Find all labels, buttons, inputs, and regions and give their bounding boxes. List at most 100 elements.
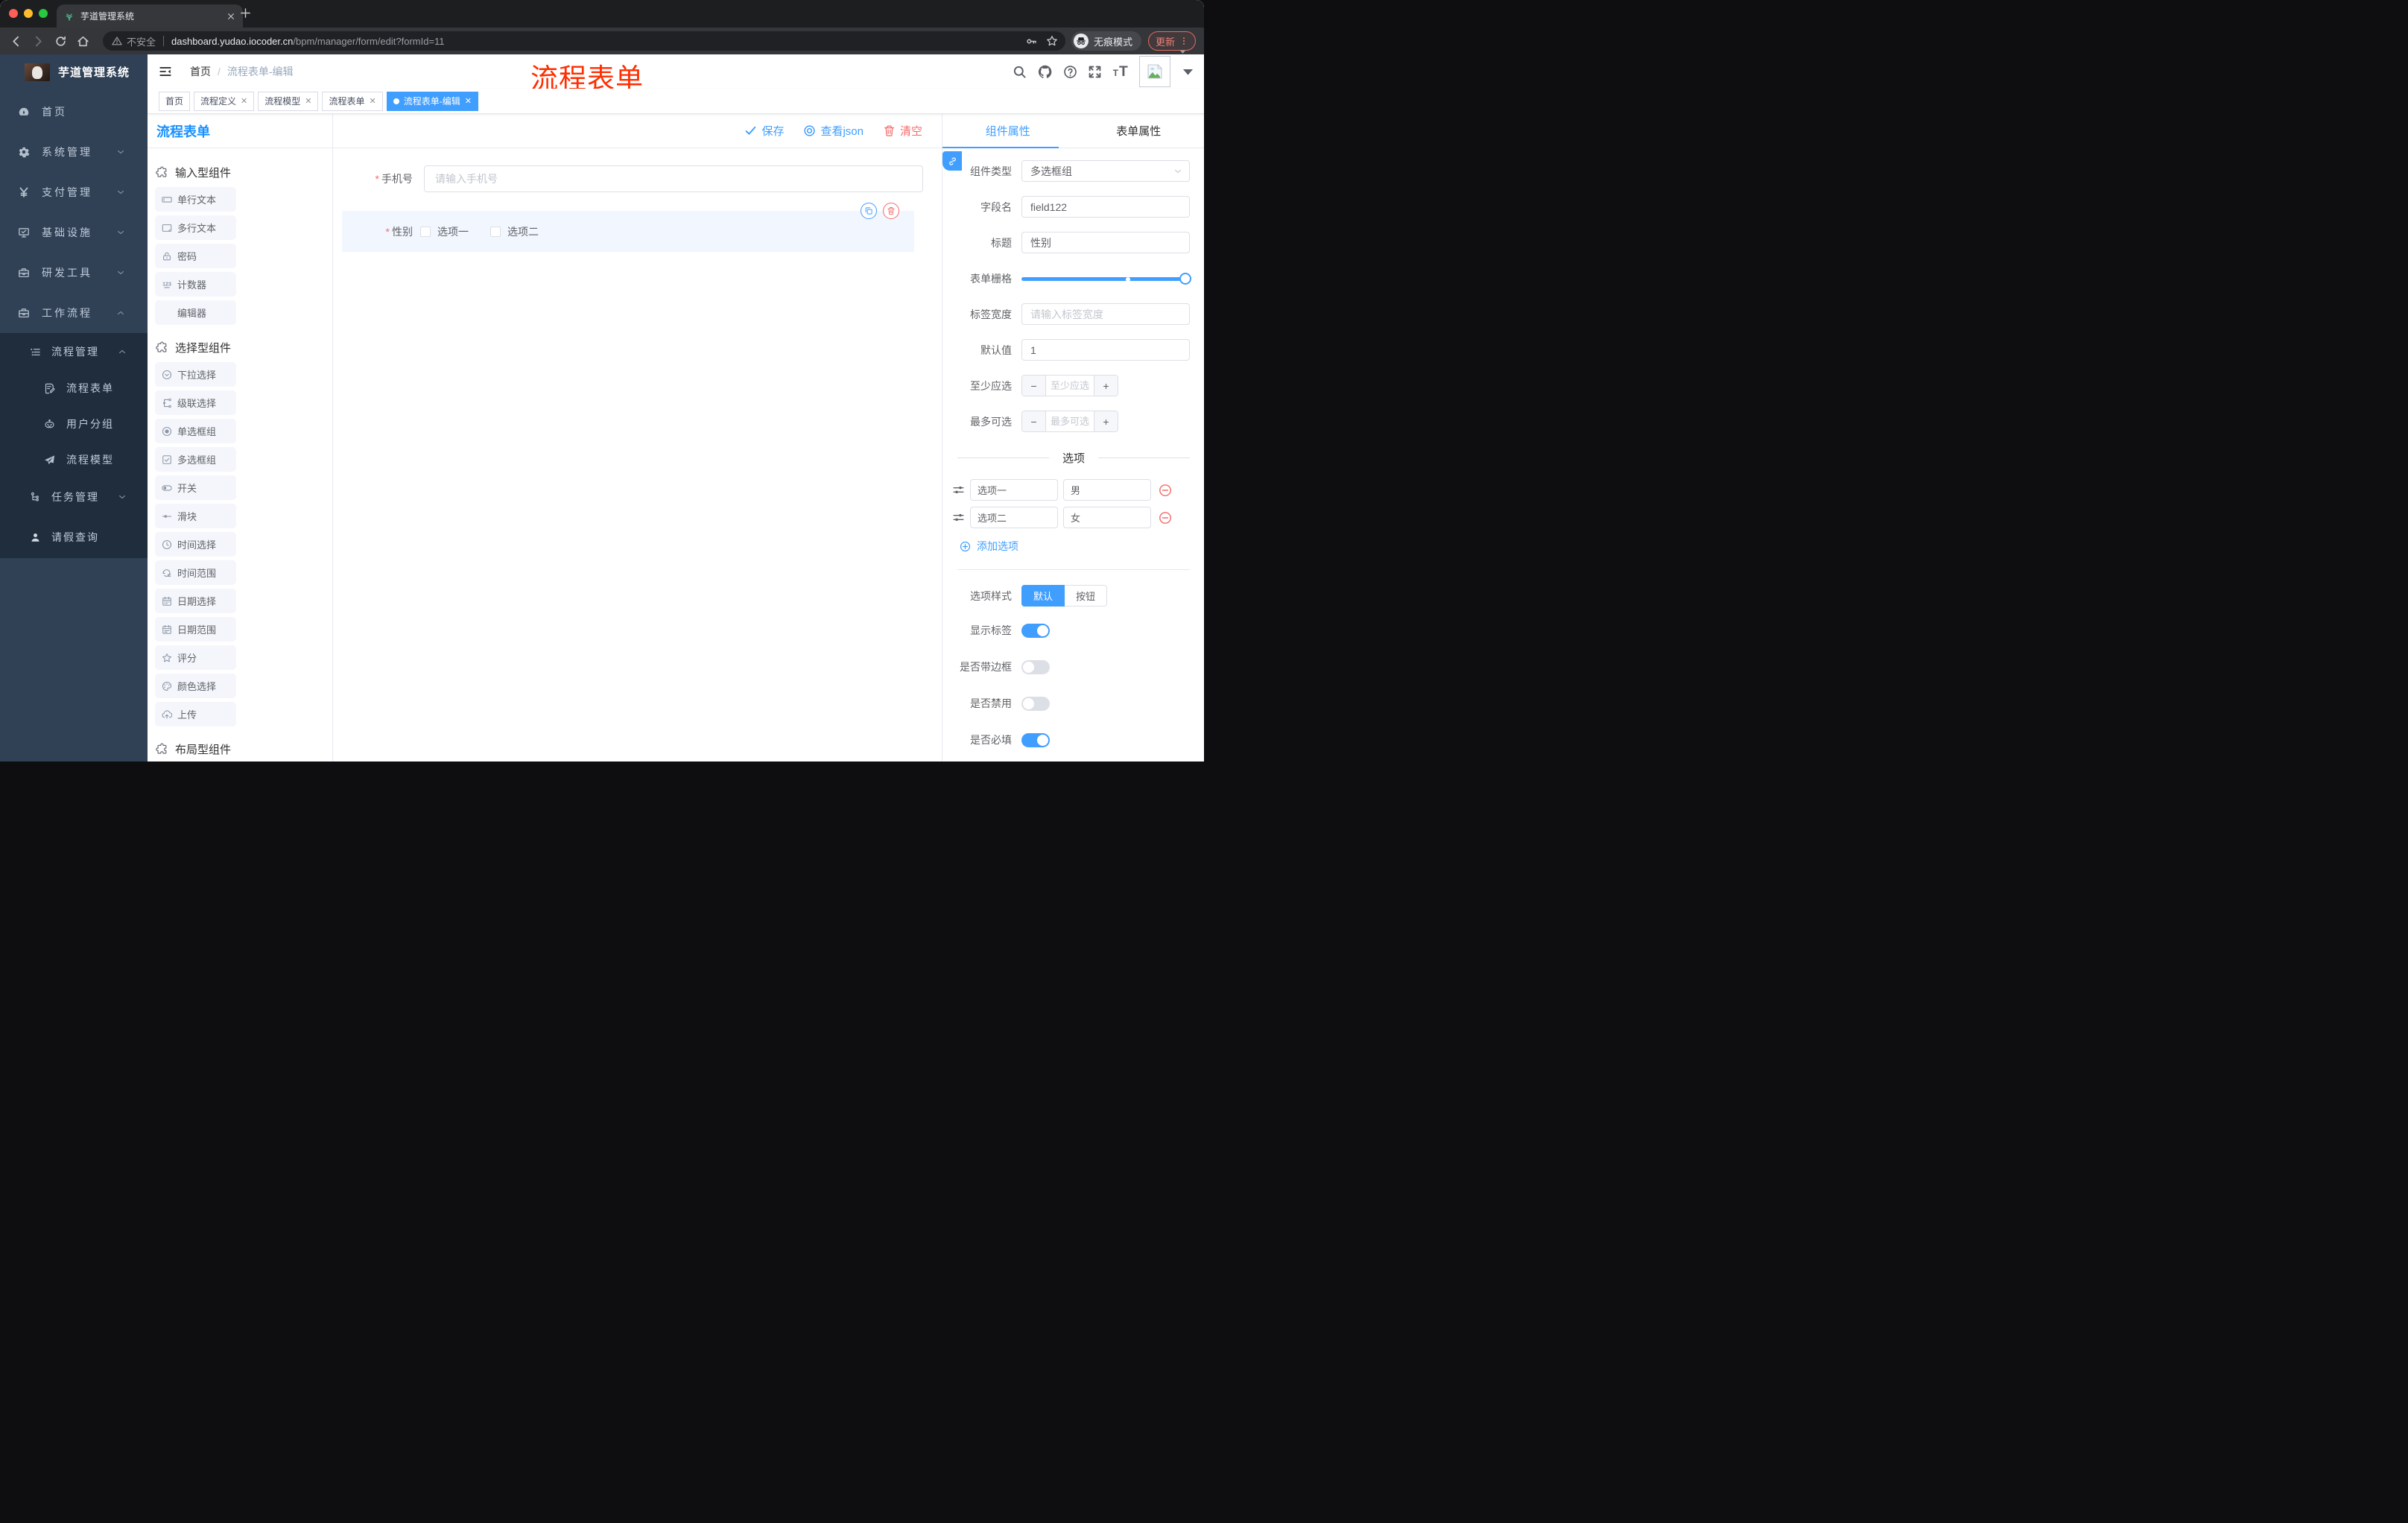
forward-icon[interactable] bbox=[32, 35, 45, 48]
tag-home[interactable]: 首页 bbox=[159, 91, 191, 111]
stepper-decrease-button[interactable]: − bbox=[1022, 376, 1046, 396]
tag-close-icon[interactable]: ✕ bbox=[370, 96, 376, 106]
tab-close-icon[interactable] bbox=[226, 12, 235, 21]
help-icon[interactable] bbox=[1063, 65, 1077, 79]
window-zoom-button[interactable] bbox=[39, 9, 48, 18]
tab-form-props[interactable]: 表单属性 bbox=[1074, 114, 1205, 148]
palette-item-single-text[interactable]: 单行文本 bbox=[155, 187, 236, 212]
palette-item-select[interactable]: 下拉选择 bbox=[155, 362, 236, 387]
remove-option-icon[interactable] bbox=[1159, 484, 1172, 497]
stepper-increase-button[interactable]: + bbox=[1094, 376, 1118, 396]
palette-item-color-picker[interactable]: 颜色选择 bbox=[155, 674, 236, 698]
sidebar-item-payment[interactable]: 支付管理 bbox=[0, 172, 148, 212]
field-name-input[interactable] bbox=[1021, 196, 1190, 218]
sidebar-item-process-form[interactable]: 流程表单 bbox=[0, 370, 148, 406]
sidebar-item-process-mgmt[interactable]: 流程管理 bbox=[0, 333, 148, 370]
tab-component-props[interactable]: 组件属性 bbox=[942, 114, 1074, 148]
tag-process-form[interactable]: 流程表单 ✕ bbox=[322, 91, 383, 111]
back-icon[interactable] bbox=[10, 35, 22, 48]
view-json-button[interactable]: 查看json bbox=[803, 123, 864, 139]
show-label-switch[interactable] bbox=[1021, 623, 1050, 638]
stepper-increase-button[interactable]: + bbox=[1094, 411, 1118, 431]
canvas-field-gender-selected[interactable]: * 性别 选项一 选项二 bbox=[342, 203, 914, 252]
max-select-input[interactable] bbox=[1046, 411, 1094, 431]
option-label-input[interactable] bbox=[970, 507, 1058, 528]
avatar-caret-down-icon[interactable] bbox=[1181, 65, 1195, 79]
key-icon[interactable] bbox=[1026, 36, 1037, 47]
palette-item-rate[interactable]: 评分 bbox=[155, 645, 236, 670]
palette-item-textarea[interactable]: 多行文本 bbox=[155, 215, 236, 240]
palette-item-cascader[interactable]: 级联选择 bbox=[155, 390, 236, 415]
font-size-icon[interactable] bbox=[1112, 63, 1129, 80]
fullscreen-icon[interactable] bbox=[1088, 65, 1102, 79]
save-button[interactable]: 保存 bbox=[744, 123, 784, 139]
address-bar[interactable]: 不安全 dashboard.yudao.iocoder.cn/bpm/manag… bbox=[103, 31, 1065, 51]
github-icon[interactable] bbox=[1037, 64, 1053, 80]
tag-process-definition[interactable]: 流程定义 ✕ bbox=[194, 91, 255, 111]
palette-item-password[interactable]: 密码 bbox=[155, 244, 236, 268]
required-switch[interactable] bbox=[1021, 732, 1050, 747]
add-option-button[interactable]: 添加选项 bbox=[960, 539, 1190, 554]
clear-button[interactable]: 清空 bbox=[883, 123, 922, 139]
disabled-switch[interactable] bbox=[1021, 696, 1050, 711]
drag-handle-icon[interactable] bbox=[952, 511, 965, 524]
gender-option-1[interactable]: 选项一 bbox=[420, 224, 469, 239]
drag-handle-icon[interactable] bbox=[952, 484, 965, 496]
palette-item-time-range[interactable]: 时间范围 bbox=[155, 560, 236, 585]
sidebar-item-system[interactable]: 系统管理 bbox=[0, 132, 148, 172]
option-label-input[interactable] bbox=[970, 479, 1058, 501]
palette-item-time-picker[interactable]: 时间选择 bbox=[155, 532, 236, 557]
sidebar-item-infra[interactable]: 基础设施 bbox=[0, 212, 148, 253]
tag-close-icon[interactable]: ✕ bbox=[241, 96, 247, 106]
tag-process-model[interactable]: 流程模型 ✕ bbox=[258, 91, 319, 111]
sidebar-item-task-mgmt[interactable]: 任务管理 bbox=[0, 478, 148, 516]
new-tab-icon[interactable] bbox=[240, 7, 251, 19]
checkbox-icon[interactable] bbox=[420, 226, 431, 237]
canvas-field-phone[interactable]: * 手机号 bbox=[333, 165, 942, 192]
bookmark-star-icon[interactable] bbox=[1046, 35, 1058, 47]
min-select-input[interactable] bbox=[1046, 376, 1094, 396]
component-type-select[interactable]: 多选框组 bbox=[1021, 160, 1190, 182]
title-input[interactable] bbox=[1021, 232, 1190, 253]
phone-input[interactable] bbox=[424, 165, 923, 192]
palette-item-date-picker[interactable]: 日期选择 bbox=[155, 589, 236, 613]
palette-item-checkbox-group[interactable]: 多选框组 bbox=[155, 447, 236, 472]
palette-item-upload[interactable]: 上传 bbox=[155, 702, 236, 726]
home-icon[interactable] bbox=[77, 35, 89, 48]
label-width-input[interactable] bbox=[1021, 303, 1190, 325]
style-button-button[interactable]: 按钮 bbox=[1065, 585, 1108, 607]
tag-process-form-edit[interactable]: 流程表单-编辑 ✕ bbox=[386, 91, 478, 111]
sidebar-item-leave-query[interactable]: 请假查询 bbox=[0, 516, 148, 558]
stepper-decrease-button[interactable]: − bbox=[1022, 411, 1046, 431]
palette-item-counter[interactable]: 计数器 bbox=[155, 272, 236, 297]
breadcrumb-home[interactable]: 首页 bbox=[190, 64, 211, 79]
chrome-update-button[interactable]: 更新 bbox=[1148, 31, 1196, 51]
option-value-input[interactable] bbox=[1063, 479, 1151, 501]
tag-close-icon[interactable]: ✕ bbox=[465, 96, 472, 106]
refresh-icon[interactable] bbox=[54, 35, 67, 48]
option-value-input[interactable] bbox=[1063, 507, 1151, 528]
window-minimize-button[interactable] bbox=[24, 9, 33, 18]
browser-caret-down-icon[interactable] bbox=[1179, 48, 1187, 56]
palette-item-editor[interactable]: 编辑器 bbox=[155, 300, 236, 325]
palette-item-slider[interactable]: 滑块 bbox=[155, 504, 236, 528]
browser-tab[interactable]: 芋道管理系统 bbox=[57, 4, 243, 28]
sidebar-item-workflow[interactable]: 工作流程 bbox=[0, 293, 148, 333]
browser-menu-dots-icon[interactable] bbox=[1179, 37, 1188, 45]
with-border-switch[interactable] bbox=[1021, 659, 1050, 674]
sidebar-fold-icon[interactable] bbox=[159, 65, 172, 78]
sidebar-item-devtools[interactable]: 研发工具 bbox=[0, 253, 148, 293]
sidebar-item-home[interactable]: 首页 bbox=[0, 92, 148, 132]
drawer-link-tab[interactable] bbox=[942, 151, 962, 171]
avatar[interactable] bbox=[1139, 56, 1170, 87]
form-grid-slider[interactable] bbox=[1021, 267, 1191, 289]
slider-handle[interactable] bbox=[1179, 273, 1191, 285]
search-icon[interactable] bbox=[1013, 65, 1027, 79]
palette-item-radio-group[interactable]: 单选框组 bbox=[155, 419, 236, 443]
window-close-button[interactable] bbox=[9, 9, 18, 18]
remove-option-icon[interactable] bbox=[1159, 511, 1172, 525]
palette-item-date-range[interactable]: 日期范围 bbox=[155, 617, 236, 642]
palette-item-switch[interactable]: 开关 bbox=[155, 475, 236, 500]
delete-component-button[interactable] bbox=[883, 203, 899, 219]
sidebar-item-process-model[interactable]: 流程模型 bbox=[0, 442, 148, 478]
